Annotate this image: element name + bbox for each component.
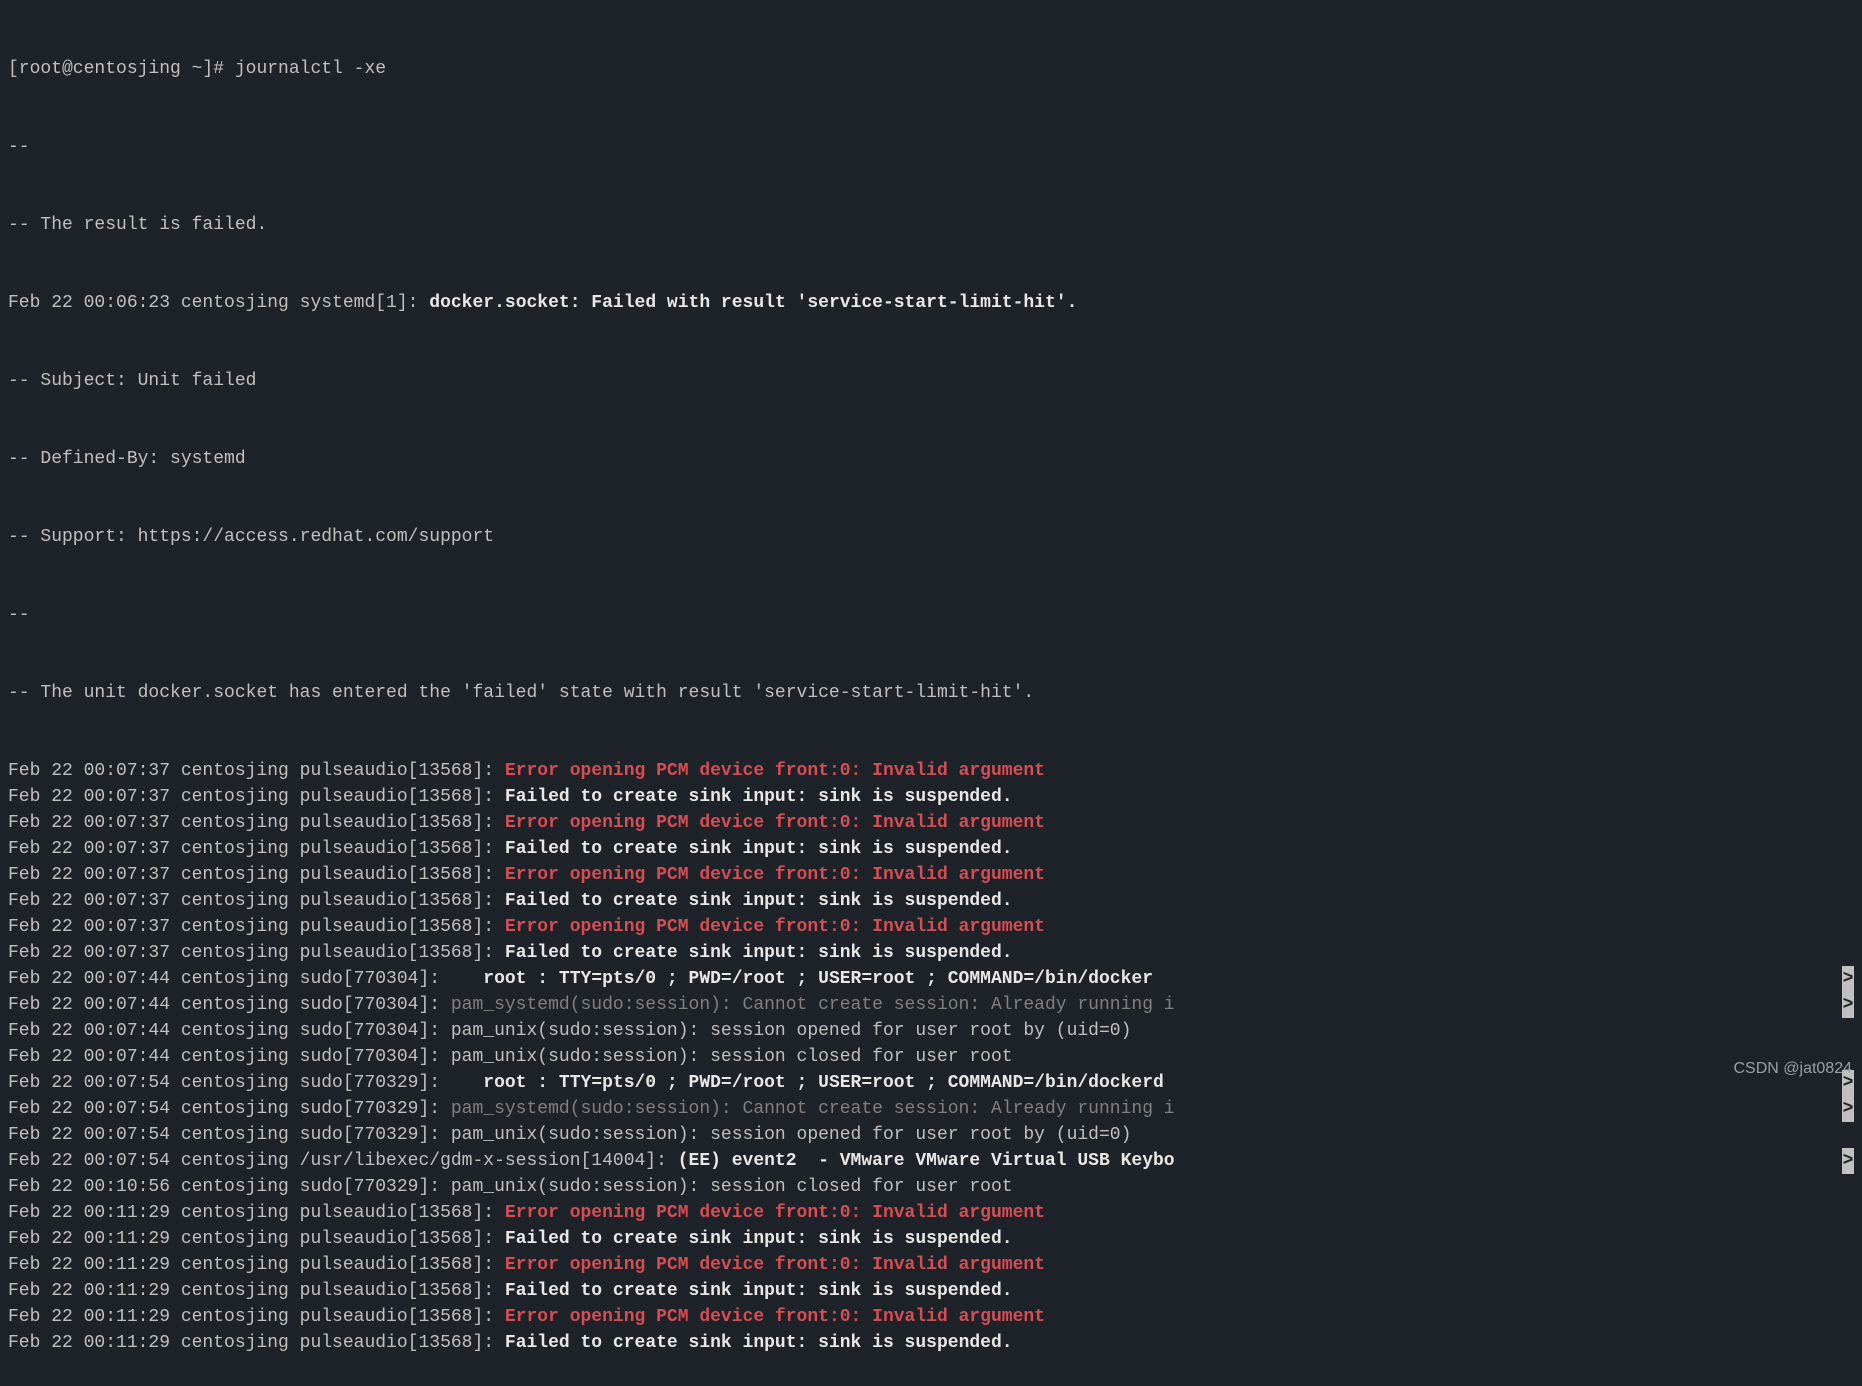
- log-message: pam_systemd(sudo:session): Cannot create…: [451, 995, 1175, 1015]
- log-line: Feb 22 00:07:54 centosjing /usr/libexec/…: [8, 1148, 1854, 1174]
- log-prefix: Feb 22 00:07:37 centosjing pulseaudio[13…: [8, 943, 505, 963]
- log-prefix: Feb 22 00:07:37 centosjing pulseaudio[13…: [8, 891, 505, 911]
- log-line: Feb 22 00:07:37 centosjing pulseaudio[13…: [8, 914, 1854, 940]
- log-message: docker.socket: Failed with result 'servi…: [429, 293, 1077, 313]
- log-prefix: Feb 22 00:11:29 centosjing pulseaudio[13…: [8, 1281, 505, 1301]
- log-prefix: Feb 22 00:07:54 centosjing sudo[770329]:: [8, 1073, 483, 1093]
- log-line: Feb 22 00:11:29 centosjing pulseaudio[13…: [8, 1252, 1854, 1278]
- truncation-icon: >: [1842, 992, 1854, 1018]
- log-line: Feb 22 00:07:54 centosjing sudo[770329]:…: [8, 1096, 1854, 1122]
- log-unit-state: -- The unit docker.socket has entered th…: [8, 680, 1854, 706]
- log-prefix: Feb 22 00:11:29 centosjing pulseaudio[13…: [8, 1307, 505, 1327]
- log-line: Feb 22 00:11:29 centosjing pulseaudio[13…: [8, 1226, 1854, 1252]
- log-message: Failed to create sink input: sink is sus…: [505, 839, 1013, 859]
- log-message: pam_unix(sudo:session): session closed f…: [451, 1047, 1013, 1067]
- log-defined-by: -- Defined-By: systemd: [8, 446, 1854, 472]
- truncation-icon: >: [1842, 1096, 1854, 1122]
- log-support: -- Support: https://access.redhat.com/su…: [8, 524, 1854, 550]
- log-line: Feb 22 00:07:37 centosjing pulseaudio[13…: [8, 940, 1854, 966]
- log-prefix: Feb 22 00:07:37 centosjing pulseaudio[13…: [8, 787, 505, 807]
- log-prefix: Feb 22 00:07:54 centosjing sudo[770329]:: [8, 1125, 451, 1145]
- log-message: (EE) event2 - VMware VMware Virtual USB …: [678, 1151, 1175, 1171]
- log-message: pam_unix(sudo:session): session opened f…: [451, 1021, 1132, 1041]
- log-prefix: Feb 22 00:11:29 centosjing pulseaudio[13…: [8, 1333, 505, 1353]
- prompt-line: [root@centosjing ~]# journalctl -xe: [8, 56, 1854, 82]
- truncation-icon: >: [1842, 966, 1854, 992]
- log-separator: --: [8, 134, 1854, 160]
- log-prefix: Feb 22 00:07:37 centosjing pulseaudio[13…: [8, 839, 505, 859]
- log-message: Error opening PCM device front:0: Invali…: [505, 1203, 1045, 1223]
- log-prefix: Feb 22 00:07:44 centosjing sudo[770304]:: [8, 1047, 451, 1067]
- log-prefix: Feb 22 00:10:56 centosjing sudo[770329]:: [8, 1177, 451, 1197]
- log-message: pam_unix(sudo:session): session opened f…: [451, 1125, 1132, 1145]
- log-prefix: Feb 22 00:07:37 centosjing pulseaudio[13…: [8, 813, 505, 833]
- log-prefix: Feb 22 00:07:37 centosjing pulseaudio[13…: [8, 761, 505, 781]
- log-line: Feb 22 00:07:37 centosjing pulseaudio[13…: [8, 888, 1854, 914]
- log-prefix: Feb 22 00:07:54 centosjing sudo[770329]:: [8, 1099, 451, 1119]
- log-message: Failed to create sink input: sink is sus…: [505, 943, 1013, 963]
- log-prefix: Feb 22 00:07:54 centosjing /usr/libexec/…: [8, 1151, 678, 1171]
- watermark: CSDN @jat0824: [1733, 1056, 1852, 1082]
- log-message: Error opening PCM device front:0: Invali…: [505, 1307, 1045, 1327]
- log-line: Feb 22 00:07:44 centosjing sudo[770304]:…: [8, 992, 1854, 1018]
- command: journalctl -xe: [235, 59, 386, 79]
- log-line: Feb 22 00:07:37 centosjing pulseaudio[13…: [8, 836, 1854, 862]
- log-line: Feb 22 00:07:54 centosjing sudo[770329]:…: [8, 1122, 1854, 1148]
- log-message: Error opening PCM device front:0: Invali…: [505, 813, 1045, 833]
- log-prefix: Feb 22 00:07:37 centosjing pulseaudio[13…: [8, 865, 505, 885]
- log-line: Feb 22 00:11:29 centosjing pulseaudio[13…: [8, 1278, 1854, 1304]
- log-prefix: Feb 22 00:11:29 centosjing pulseaudio[13…: [8, 1255, 505, 1275]
- log-message: Error opening PCM device front:0: Invali…: [505, 1255, 1045, 1275]
- log-lines-container: Feb 22 00:07:37 centosjing pulseaudio[13…: [8, 758, 1854, 1356]
- log-prefix: Feb 22 00:06:23 centosjing systemd[1]:: [8, 293, 429, 313]
- log-line: Feb 22 00:07:44 centosjing sudo[770304]:…: [8, 1018, 1854, 1044]
- log-line: Feb 22 00:07:37 centosjing pulseaudio[13…: [8, 784, 1854, 810]
- log-message: pam_systemd(sudo:session): Cannot create…: [451, 1099, 1175, 1119]
- log-message: Failed to create sink input: sink is sus…: [505, 1333, 1013, 1353]
- log-prefix: Feb 22 00:11:29 centosjing pulseaudio[13…: [8, 1203, 505, 1223]
- log-message: Error opening PCM device front:0: Invali…: [505, 917, 1045, 937]
- log-prefix: Feb 22 00:07:44 centosjing sudo[770304]:: [8, 995, 451, 1015]
- log-prefix: Feb 22 00:07:44 centosjing sudo[770304]:: [8, 1021, 451, 1041]
- log-message: pam_unix(sudo:session): session closed f…: [451, 1177, 1013, 1197]
- log-message: root : TTY=pts/0 ; PWD=/root ; USER=root…: [483, 1073, 1164, 1093]
- log-subject: -- Subject: Unit failed: [8, 368, 1854, 394]
- truncation-icon: >: [1842, 1148, 1854, 1174]
- log-message: Failed to create sink input: sink is sus…: [505, 787, 1013, 807]
- log-message: Failed to create sink input: sink is sus…: [505, 1229, 1013, 1249]
- prompt: [root@centosjing ~]#: [8, 59, 235, 79]
- log-line: Feb 22 00:11:29 centosjing pulseaudio[13…: [8, 1304, 1854, 1330]
- log-message: Error opening PCM device front:0: Invali…: [505, 761, 1045, 781]
- log-line: Feb 22 00:11:29 centosjing pulseaudio[13…: [8, 1330, 1854, 1356]
- log-line: Feb 22 00:07:37 centosjing pulseaudio[13…: [8, 810, 1854, 836]
- log-message: Error opening PCM device front:0: Invali…: [505, 865, 1045, 885]
- log-line: Feb 22 00:10:56 centosjing sudo[770329]:…: [8, 1174, 1854, 1200]
- terminal-output[interactable]: [root@centosjing ~]# journalctl -xe -- -…: [0, 0, 1862, 1386]
- log-line: Feb 22 00:11:29 centosjing pulseaudio[13…: [8, 1200, 1854, 1226]
- log-line: Feb 22 00:07:37 centosjing pulseaudio[13…: [8, 862, 1854, 888]
- log-prefix: Feb 22 00:07:37 centosjing pulseaudio[13…: [8, 917, 505, 937]
- log-line: Feb 22 00:07:54 centosjing sudo[770329]:…: [8, 1070, 1854, 1096]
- log-message: root : TTY=pts/0 ; PWD=/root ; USER=root…: [483, 969, 1164, 989]
- log-separator: --: [8, 602, 1854, 628]
- log-result: -- The result is failed.: [8, 212, 1854, 238]
- log-prefix: Feb 22 00:07:44 centosjing sudo[770304]:: [8, 969, 483, 989]
- log-docker-fail: Feb 22 00:06:23 centosjing systemd[1]: d…: [8, 290, 1854, 316]
- log-prefix: Feb 22 00:11:29 centosjing pulseaudio[13…: [8, 1229, 505, 1249]
- log-message: Failed to create sink input: sink is sus…: [505, 891, 1013, 911]
- log-message: Failed to create sink input: sink is sus…: [505, 1281, 1013, 1301]
- log-line: Feb 22 00:07:44 centosjing sudo[770304]:…: [8, 966, 1854, 992]
- log-line: Feb 22 00:07:37 centosjing pulseaudio[13…: [8, 758, 1854, 784]
- log-line: Feb 22 00:07:44 centosjing sudo[770304]:…: [8, 1044, 1854, 1070]
